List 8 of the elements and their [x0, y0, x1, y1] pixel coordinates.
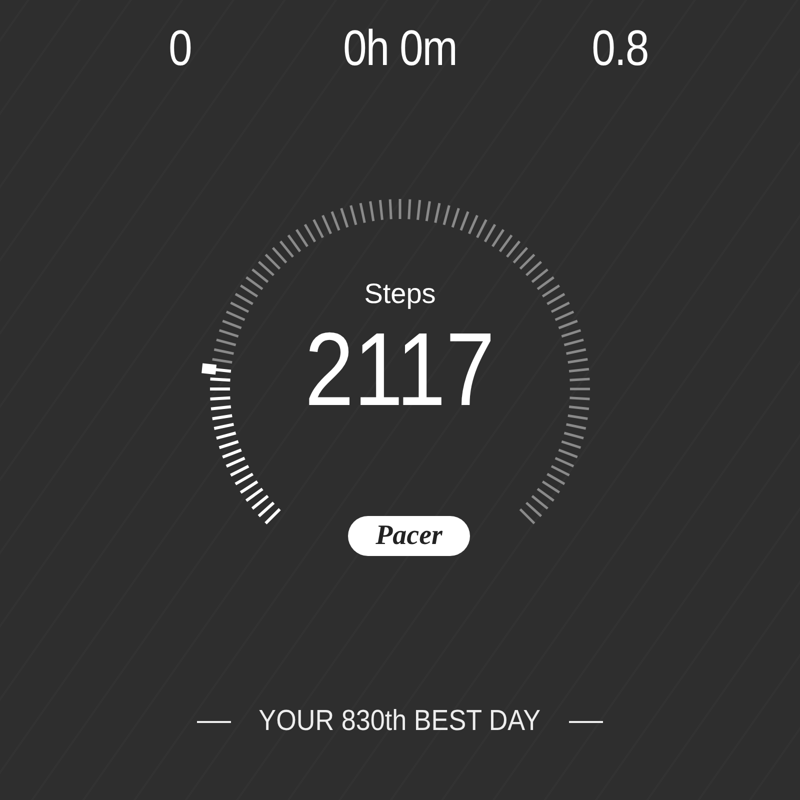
gauge-marker — [202, 363, 217, 375]
stat-value: 0h 0m — [342, 19, 458, 78]
stat-value: 0.8 — [590, 19, 650, 78]
pacer-logo: Pacer — [348, 516, 470, 556]
steps-label: Steps — [364, 277, 436, 311]
stat-value: 0 — [168, 19, 192, 78]
steps-count: 2117 — [304, 315, 496, 425]
best-day-text: YOUR 830th BEST DAY — [259, 705, 541, 738]
